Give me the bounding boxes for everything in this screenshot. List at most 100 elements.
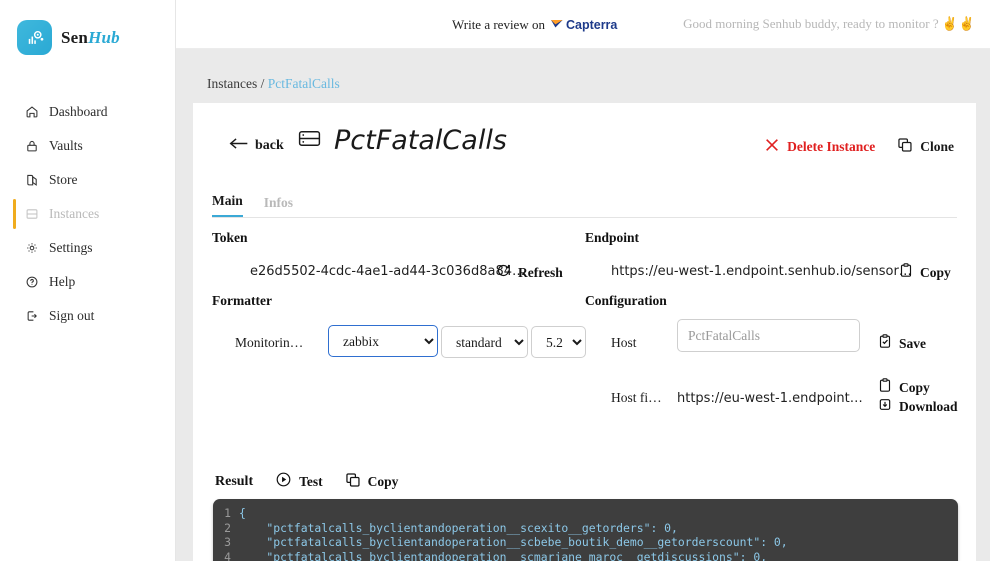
endpoint-value: https://eu-west-1.endpoint.senhub.io/sen…: [611, 264, 912, 279]
result-code-block[interactable]: 1 { 2 "pctfatalcalls_byclientandoperatio…: [213, 499, 958, 561]
test-button[interactable]: Test: [275, 471, 323, 492]
topbar: Write a review on Capterra Good morning …: [176, 0, 990, 49]
code-line-number: 1: [224, 506, 231, 520]
sidebar-item-label: Instances: [49, 206, 100, 221]
sidebar-nav: Dashboard Vaults Store Instances Setting…: [0, 95, 175, 333]
card-header-actions: Delete Instance Clone: [764, 137, 954, 157]
download-label: Download: [899, 398, 958, 414]
clipboard-icon: [878, 378, 892, 397]
question-circle-icon: [24, 275, 39, 290]
code-line-number: 3: [224, 535, 231, 550]
capterra-arrow-icon: [550, 16, 564, 34]
tab-main[interactable]: Main: [212, 193, 243, 217]
host-file-value: https://eu-west-1.endpoint…: [677, 391, 863, 406]
server-icon: [24, 207, 39, 222]
test-label: Test: [299, 473, 323, 489]
copy-result-label: Copy: [367, 473, 399, 489]
refresh-icon: [496, 263, 511, 282]
code-line-number: 4: [224, 549, 231, 561]
brand-logo[interactable]: SenHub: [0, 0, 175, 55]
code-line: 4 "pctfatalcalls_byclientandoperation__s…: [213, 550, 958, 561]
instance-title: PctFatalCalls: [297, 125, 507, 156]
copy-icon: [897, 137, 913, 157]
clone-button[interactable]: Clone: [897, 137, 954, 157]
main-content: Instances / PctFatalCalls back PctFatalC…: [176, 49, 990, 561]
play-circle-icon: [275, 471, 292, 492]
sidebar-item-label: Settings: [49, 240, 93, 255]
save-host-button[interactable]: Save: [878, 334, 926, 353]
code-line-text: "pctfatalcalls_byclientandoperation__sce…: [239, 520, 678, 535]
brand-text: SenHub: [61, 28, 120, 48]
download-icon: [878, 397, 892, 416]
sidebar-item-instances[interactable]: Instances: [0, 197, 175, 231]
breadcrumb-current[interactable]: PctFatalCalls: [268, 76, 340, 91]
formatter-template-select[interactable]: standard: [441, 326, 528, 358]
code-line-text: "pctfatalcalls_byclientandoperation__scb…: [239, 535, 788, 550]
breadcrumb-root[interactable]: Instances: [207, 76, 257, 91]
delete-instance-label: Delete Instance: [787, 139, 876, 154]
sidebar-item-settings[interactable]: Settings: [0, 231, 175, 265]
code-line-text: {: [239, 506, 246, 520]
formatter-version-select[interactable]: 5.2: [531, 326, 586, 358]
copy-host-file-button[interactable]: Copy: [878, 378, 930, 397]
code-line: 1 {: [213, 506, 958, 521]
back-button[interactable]: back: [229, 137, 284, 155]
capterra-label: Capterra: [565, 18, 618, 32]
code-line-text: "pctfatalcalls_byclientandoperation__scm…: [239, 549, 768, 561]
host-input[interactable]: [677, 319, 860, 352]
brand-name-first: Sen: [61, 27, 89, 47]
app-root: SenHub Dashboard Vaults Store Instances …: [0, 0, 990, 561]
token-value: e26d5502-4cdc-4ae1-ad44-3c036d8a84…: [250, 264, 525, 279]
refresh-token-button[interactable]: Refresh: [496, 263, 563, 282]
code-line: 2 "pctfatalcalls_byclientandoperation__s…: [213, 521, 958, 536]
breadcrumb-separator: /: [260, 76, 265, 91]
sidebar-item-label: Dashboard: [49, 104, 108, 119]
formatter-section-label: Formatter: [212, 293, 272, 308]
card-header: back PctFatalCalls Delete Instance Clone: [193, 103, 976, 189]
back-label: back: [255, 138, 284, 153]
victory-hand-icon: ✌✌: [941, 16, 976, 31]
sidebar-item-dashboard[interactable]: Dashboard: [0, 95, 175, 129]
formatter-tool-select[interactable]: zabbix: [328, 325, 438, 357]
instance-name: PctFatalCalls: [334, 125, 507, 156]
code-line-number: 2: [224, 520, 231, 535]
sidebar: SenHub Dashboard Vaults Store Instances …: [0, 0, 176, 561]
sidebar-item-store[interactable]: Store: [0, 163, 175, 197]
sidebar-item-label: Help: [49, 274, 76, 289]
sidebar-item-label: Sign out: [49, 308, 95, 323]
tab-bar: Main Infos: [212, 189, 957, 218]
sidebar-item-sign-out[interactable]: Sign out: [0, 299, 175, 333]
delete-instance-button[interactable]: Delete Instance: [764, 137, 875, 157]
clipboard-icon: [899, 263, 913, 282]
tab-infos[interactable]: Infos: [264, 195, 293, 217]
result-bar: Result Test Copy: [215, 471, 398, 492]
clone-label: Clone: [920, 139, 954, 154]
sidebar-item-help[interactable]: Help: [0, 265, 175, 299]
sidebar-item-label: Vaults: [49, 138, 83, 153]
result-label: Result: [215, 473, 254, 489]
home-icon: [24, 105, 39, 120]
close-icon: [764, 137, 780, 157]
copy-endpoint-button[interactable]: Copy: [899, 263, 951, 282]
brand-name-second: Hub: [88, 27, 120, 47]
copy-host-file-label: Copy: [899, 379, 930, 395]
write-review-text: Write a review on: [452, 17, 545, 32]
sidebar-item-label: Store: [49, 172, 78, 187]
capterra-logo[interactable]: Capterra: [550, 16, 617, 34]
arrow-left-icon: [229, 137, 249, 155]
server-icon: [297, 126, 322, 156]
endpoint-section-label: Endpoint: [585, 230, 640, 245]
breadcrumb: Instances / PctFatalCalls: [207, 76, 340, 92]
configuration-section-label: Configuration: [585, 293, 667, 308]
token-section-label: Token: [212, 230, 248, 245]
download-host-file-button[interactable]: Download: [878, 397, 958, 416]
save-label: Save: [899, 335, 926, 351]
sidebar-item-vaults[interactable]: Vaults: [0, 129, 175, 163]
code-line: 3 "pctfatalcalls_byclientandoperation__s…: [213, 535, 958, 550]
write-review-banner[interactable]: Write a review on Capterra: [452, 16, 617, 34]
gear-icon: [24, 241, 39, 256]
instance-card: back PctFatalCalls Delete Instance Clone…: [193, 103, 976, 561]
copy-result-button[interactable]: Copy: [345, 472, 399, 492]
save-clipboard-icon: [878, 334, 892, 353]
refresh-label: Refresh: [518, 264, 563, 280]
